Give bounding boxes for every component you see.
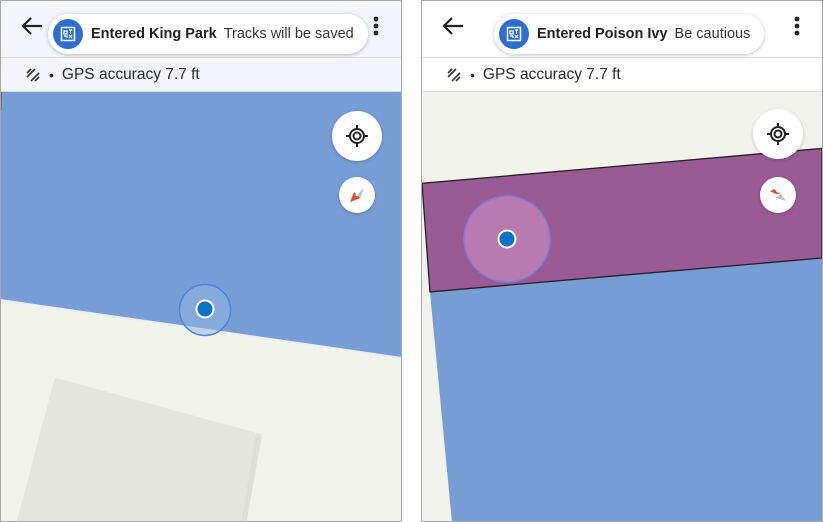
compass-button[interactable] xyxy=(760,177,796,213)
toast-message: Be cautious xyxy=(674,26,751,42)
my-location-button[interactable] xyxy=(753,109,803,159)
back-arrow-icon xyxy=(21,17,42,35)
park-area-icon xyxy=(499,19,529,49)
gps-status-bar: • GPS accuracy 7.7 ft xyxy=(422,58,822,92)
my-location-icon xyxy=(767,123,789,145)
area-entered-toast: Entered King Park Tracks will be saved xyxy=(48,14,368,54)
my-location-button[interactable] xyxy=(332,111,382,161)
screen-poison-ivy: Entered Poison Ivy Be cautious • GPS acc… xyxy=(421,0,823,522)
status-separator: • xyxy=(470,66,475,83)
park-area-icon xyxy=(53,19,83,49)
gps-signal-icon xyxy=(26,67,40,82)
more-options-button[interactable] xyxy=(790,13,804,39)
status-separator: • xyxy=(49,66,54,83)
gps-status-bar: • GPS accuracy 7.7 ft xyxy=(1,58,401,92)
gps-accuracy-text: GPS accuracy 7.7 ft xyxy=(482,65,621,83)
back-arrow-icon xyxy=(442,17,463,35)
toast-title: Entered Poison Ivy xyxy=(537,26,668,42)
toast-message: Tracks will be saved xyxy=(223,26,354,42)
park-area xyxy=(429,258,822,521)
more-vert-icon xyxy=(373,16,379,36)
gps-signal-icon xyxy=(447,67,461,82)
toast-title: Entered King Park xyxy=(91,26,217,42)
back-button[interactable] xyxy=(440,13,466,39)
gps-accuracy-text: GPS accuracy 7.7 ft xyxy=(61,65,200,83)
screen-king-park: Entered King Park Tracks will be saved •… xyxy=(0,0,402,522)
compass-icon xyxy=(770,189,786,201)
current-location-marker xyxy=(178,283,232,337)
app-bar: Entered Poison Ivy Be cautious xyxy=(422,1,822,58)
back-button[interactable] xyxy=(19,13,45,39)
area-entered-toast: Entered Poison Ivy Be cautious xyxy=(494,14,765,54)
current-location-marker xyxy=(463,195,551,283)
compass-button[interactable] xyxy=(339,177,375,213)
more-vert-icon xyxy=(794,16,800,36)
app-bar: Entered King Park Tracks will be saved xyxy=(1,1,401,58)
more-options-button[interactable] xyxy=(369,13,383,39)
my-location-icon xyxy=(346,125,368,147)
compass-icon xyxy=(350,188,364,202)
